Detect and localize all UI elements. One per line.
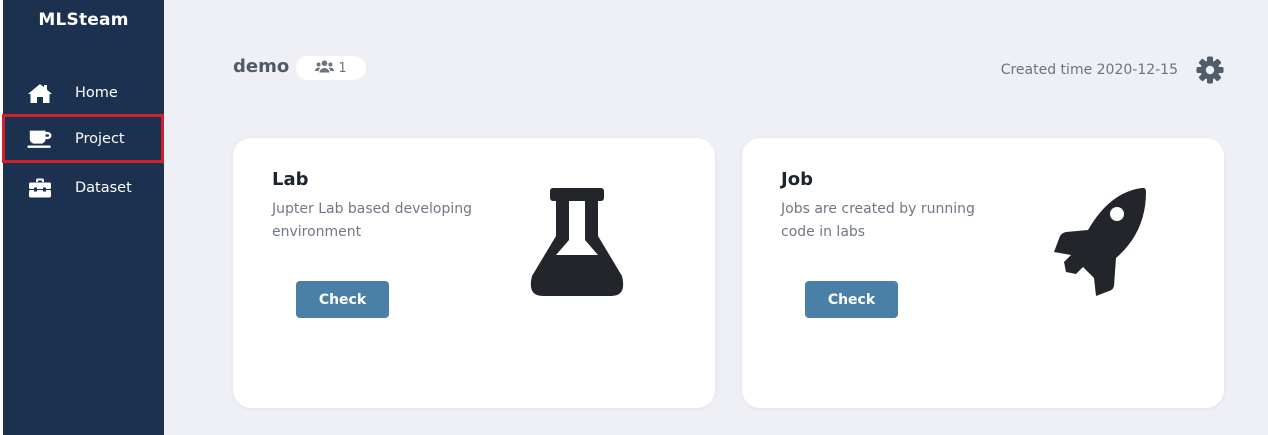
toolbox-icon xyxy=(27,177,53,199)
sidebar-item-label: Home xyxy=(75,85,118,101)
card-title: Job xyxy=(781,169,813,190)
sidebar-item-dataset[interactable]: Dataset xyxy=(3,165,164,211)
card-description: Jobs are created by running code in labs xyxy=(781,201,975,240)
sidebar-item-label: Project xyxy=(75,130,125,147)
job-check-button[interactable]: Check xyxy=(805,281,898,318)
rocket-icon xyxy=(1038,186,1150,298)
created-time: Created time 2020-12-15 xyxy=(1000,62,1178,78)
flask-icon xyxy=(529,188,625,298)
brand-logo-text: MLSteam xyxy=(38,10,129,30)
sidebar-item-project[interactable]: Project xyxy=(2,114,164,163)
main-content: demo 1 Created time 2020-12-15 Lab Jupte… xyxy=(164,0,1268,435)
job-card: Job Jobs are created by running code in … xyxy=(742,138,1224,408)
app-window: MLSteam Home Project Dataset demo 1 Crea… xyxy=(0,0,1268,435)
sidebar-item-home[interactable]: Home xyxy=(3,70,164,116)
users-icon xyxy=(315,59,335,77)
gear-icon[interactable] xyxy=(1195,55,1225,85)
member-count: 1 xyxy=(338,60,347,76)
sidebar-item-label: Dataset xyxy=(75,180,132,196)
member-count-badge[interactable]: 1 xyxy=(296,56,366,80)
card-title: Lab xyxy=(272,169,309,190)
sidebar: MLSteam Home Project Dataset xyxy=(2,0,164,435)
card-description: Jupter Lab based developing environment xyxy=(272,201,473,240)
coffee-cup-icon xyxy=(27,128,53,150)
lab-card: Lab Jupter Lab based developing environm… xyxy=(233,138,715,408)
home-icon xyxy=(27,82,53,104)
lab-check-button[interactable]: Check xyxy=(296,281,389,318)
project-title: demo xyxy=(233,56,290,77)
